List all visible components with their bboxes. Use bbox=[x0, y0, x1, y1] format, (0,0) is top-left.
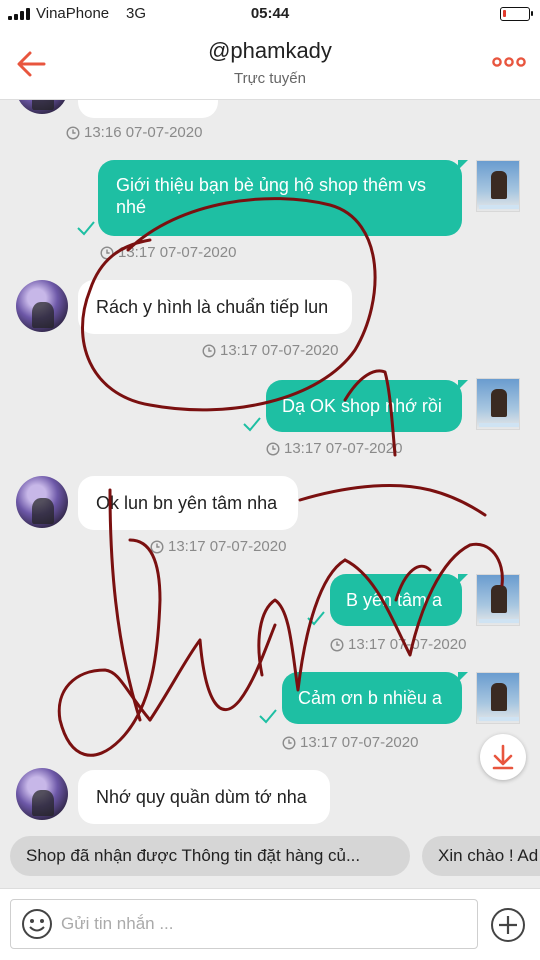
clock-icon bbox=[266, 441, 280, 456]
message-timestamp: 13:17 07-07-2020 bbox=[202, 342, 338, 359]
plus-circle-icon[interactable] bbox=[490, 907, 526, 943]
battery-icon bbox=[500, 7, 533, 21]
message-bubble[interactable]: Giới thiệu bạn bè ủng hộ shop thêm vs nh… bbox=[98, 160, 468, 236]
message-bubble[interactable]: Cảm ơn b nhiều a bbox=[282, 672, 468, 724]
message-bubble[interactable]: Nhớ quy quần dùm tớ nha bbox=[78, 770, 330, 824]
check-icon bbox=[259, 709, 277, 724]
clock-icon bbox=[100, 245, 114, 260]
contact-name: @phamkady bbox=[208, 38, 332, 63]
message-timestamp: 13:16 07-07-2020 bbox=[66, 124, 202, 141]
check-icon bbox=[77, 221, 95, 236]
quick-reply-chip[interactable]: Xin chào ! Ad bbox=[422, 836, 540, 876]
message-text: Cảm ơn b nhiều a bbox=[298, 688, 442, 708]
message-timestamp: 13:17 07-07-2020 bbox=[150, 538, 286, 555]
chat-header: @phamkady Trực tuyến bbox=[0, 28, 540, 100]
message-list[interactable]: 13:16 07-07-2020 Giới thiệu bạn bè ủng h… bbox=[0, 100, 540, 830]
message-text: Ok lun bn yên tâm nha bbox=[96, 493, 278, 513]
clock-icon bbox=[202, 343, 216, 358]
clock-icon bbox=[330, 637, 344, 652]
download-arrow-icon bbox=[492, 744, 514, 770]
message-timestamp: 13:17 07-07-2020 bbox=[266, 440, 402, 457]
online-status: Trực tuyến bbox=[233, 70, 306, 87]
contact-avatar[interactable] bbox=[16, 768, 68, 820]
message-bubble[interactable] bbox=[78, 100, 218, 118]
status-bar: VinaPhone 3G 05:44 bbox=[0, 0, 540, 28]
more-dots-icon bbox=[492, 57, 526, 67]
quick-replies: Shop đã nhận được Thông tin đặt hàng củ.… bbox=[0, 836, 540, 880]
status-time: 05:44 bbox=[250, 5, 290, 22]
message-bubble[interactable]: B yên tâm a bbox=[330, 574, 468, 626]
contact-avatar[interactable] bbox=[16, 280, 68, 332]
message-text: Dạ OK shop nhớ rồi bbox=[282, 396, 442, 416]
message-input-placeholder: Gửi tin nhắn ... bbox=[61, 914, 174, 933]
message-text: Rách y hình là chuẩn tiếp lun bbox=[96, 297, 329, 317]
shop-avatar[interactable] bbox=[476, 378, 520, 430]
message-timestamp: 13:17 07-07-2020 bbox=[100, 244, 236, 261]
clock-icon bbox=[150, 539, 164, 554]
message-text: Nhớ quy quần dùm tớ nha bbox=[96, 787, 307, 807]
clock-icon bbox=[66, 125, 80, 140]
message-timestamp: 13:17 07-07-2020 bbox=[330, 636, 466, 653]
shop-avatar[interactable] bbox=[476, 574, 520, 626]
scroll-to-bottom-button[interactable] bbox=[480, 734, 526, 780]
emoji-icon[interactable] bbox=[21, 908, 53, 940]
message-timestamp: 13:17 07-07-2020 bbox=[282, 734, 418, 751]
clock-icon bbox=[282, 735, 296, 750]
shop-avatar[interactable] bbox=[476, 672, 520, 724]
message-bubble[interactable]: Ok lun bn yên tâm nha bbox=[78, 476, 298, 530]
message-bubble[interactable]: Rách y hình là chuẩn tiếp lun bbox=[78, 280, 352, 334]
shop-avatar[interactable] bbox=[476, 160, 520, 212]
contact-avatar[interactable] bbox=[16, 476, 68, 528]
contact-avatar[interactable] bbox=[16, 100, 68, 114]
check-icon bbox=[307, 611, 325, 626]
message-text: Giới thiệu bạn bè ủng hộ shop thêm vs nh… bbox=[116, 175, 426, 217]
message-text: B yên tâm a bbox=[346, 590, 443, 610]
message-input[interactable]: Gửi tin nhắn ... bbox=[10, 899, 478, 949]
more-button[interactable] bbox=[492, 52, 526, 72]
check-icon bbox=[243, 417, 261, 432]
composer-bar: Gửi tin nhắn ... bbox=[0, 888, 540, 960]
message-bubble[interactable]: Dạ OK shop nhớ rồi bbox=[266, 380, 468, 432]
quick-reply-chip[interactable]: Shop đã nhận được Thông tin đặt hàng củ.… bbox=[10, 836, 410, 876]
